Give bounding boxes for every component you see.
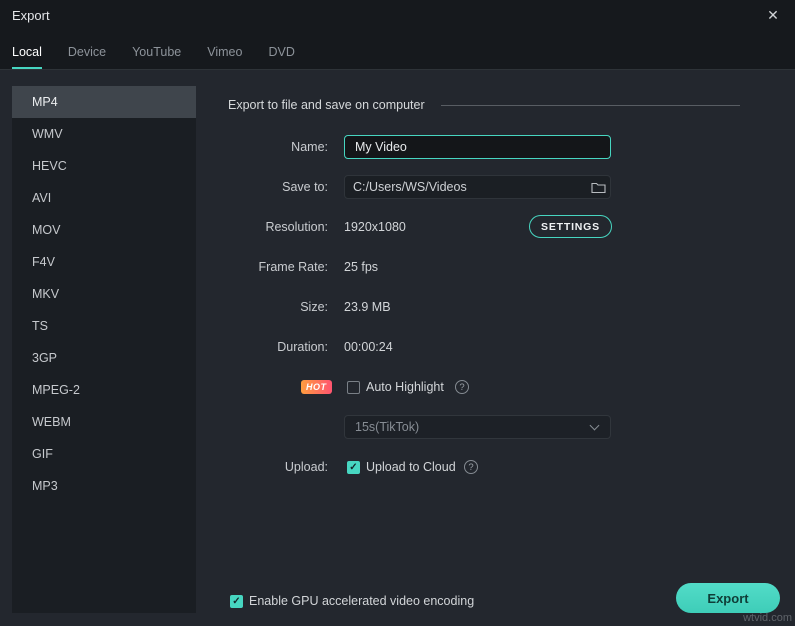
auto-highlight-label: Auto Highlight [366, 375, 444, 399]
upload-to-cloud-label: Upload to Cloud [366, 455, 456, 479]
auto-highlight-checkbox[interactable]: ✓ [347, 381, 360, 394]
tabbar: Local Device YouTube Vimeo DVD [0, 30, 795, 70]
sidebar-item-gif[interactable]: GIF [12, 438, 196, 470]
section-title: Export to file and save on computer [228, 98, 425, 112]
close-icon: ✕ [767, 7, 779, 24]
duration-label: Duration: [218, 335, 328, 359]
frame-rate-label: Frame Rate: [218, 255, 328, 279]
tab-youtube[interactable]: YouTube [132, 45, 181, 69]
save-to-field[interactable]: C:/Users/WS/Videos [344, 175, 611, 199]
tab-vimeo[interactable]: Vimeo [207, 45, 242, 69]
sidebar-item-hevc[interactable]: HEVC [12, 150, 196, 182]
format-list: MP4 WMV HEVC AVI MOV F4V MKV TS 3GP MPEG… [12, 86, 196, 613]
export-button[interactable]: Export [676, 583, 780, 613]
close-button[interactable]: ✕ [763, 5, 783, 25]
check-icon: ✓ [232, 597, 240, 607]
highlight-duration-dropdown[interactable]: 15s(TikTok) [344, 415, 611, 439]
size-value: 23.9 MB [344, 295, 391, 319]
upload-label: Upload: [218, 455, 328, 479]
sidebar-item-wmv[interactable]: WMV [12, 118, 196, 150]
browse-folder-button[interactable] [586, 176, 610, 198]
highlight-duration-value: 15s(TikTok) [345, 420, 591, 434]
export-dialog: Export ✕ Local Device YouTube Vimeo DVD … [0, 0, 795, 626]
question-mark-glyph: ? [459, 382, 464, 393]
gpu-encoding-checkbox[interactable]: ✓ [230, 595, 243, 608]
titlebar: Export ✕ [0, 0, 795, 30]
resolution-label: Resolution: [218, 215, 328, 239]
sidebar-item-mkv[interactable]: MKV [12, 278, 196, 310]
frame-rate-value: 25 fps [344, 255, 378, 279]
question-mark-glyph: ? [468, 462, 473, 473]
name-input[interactable] [344, 135, 611, 159]
duration-value: 00:00:24 [344, 335, 393, 359]
sidebar-item-mp3[interactable]: MP3 [12, 470, 196, 502]
resolution-value: 1920x1080 [344, 215, 406, 239]
sidebar-item-ts[interactable]: TS [12, 310, 196, 342]
size-label: Size: [218, 295, 328, 319]
name-label: Name: [218, 135, 328, 159]
sidebar-item-mpeg2[interactable]: MPEG-2 [12, 374, 196, 406]
tab-local[interactable]: Local [12, 45, 42, 69]
sidebar-item-mp4[interactable]: MP4 [12, 86, 196, 118]
settings-button[interactable]: SETTINGS [529, 215, 612, 238]
save-to-label: Save to: [218, 175, 328, 199]
tab-device[interactable]: Device [68, 45, 106, 69]
upload-help-icon[interactable]: ? [464, 460, 478, 474]
folder-icon [591, 181, 606, 194]
auto-highlight-help-icon[interactable]: ? [455, 380, 469, 394]
tab-dvd[interactable]: DVD [268, 45, 294, 69]
section-divider [441, 105, 740, 106]
section-heading: Export to file and save on computer [228, 95, 740, 115]
check-icon: ✓ [349, 463, 357, 473]
sidebar-item-mov[interactable]: MOV [12, 214, 196, 246]
sidebar-item-f4v[interactable]: F4V [12, 246, 196, 278]
upload-to-cloud-checkbox[interactable]: ✓ [347, 461, 360, 474]
hot-badge: HOT [301, 380, 332, 394]
watermark: wtvid.com [743, 612, 792, 624]
sidebar-item-3gp[interactable]: 3GP [12, 342, 196, 374]
sidebar-item-avi[interactable]: AVI [12, 182, 196, 214]
sidebar-item-webm[interactable]: WEBM [12, 406, 196, 438]
gpu-encoding-label: Enable GPU accelerated video encoding [249, 589, 474, 613]
chevron-down-icon [590, 420, 600, 430]
window-title: Export [12, 8, 50, 23]
save-to-path: C:/Users/WS/Videos [345, 180, 586, 194]
